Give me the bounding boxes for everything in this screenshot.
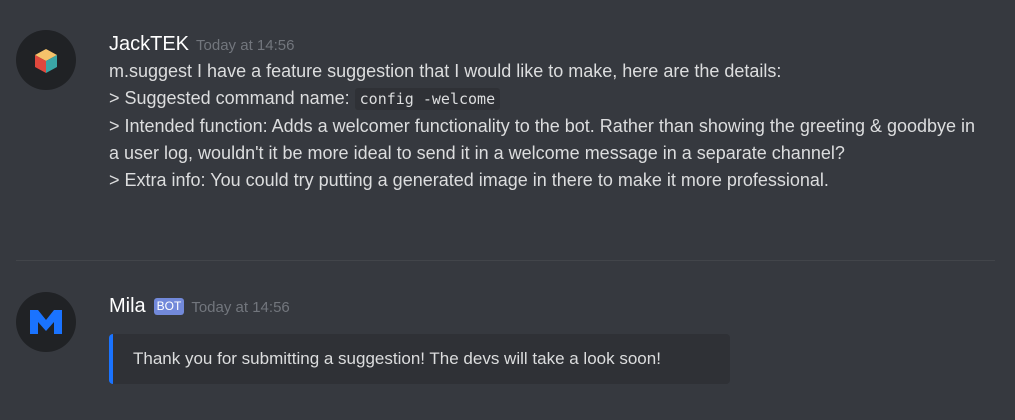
embed-description: Thank you for submitting a suggestion! T…: [133, 349, 661, 368]
embed: Thank you for submitting a suggestion! T…: [109, 334, 730, 384]
mila-m-logo-icon: [16, 292, 76, 352]
username[interactable]: Mila: [109, 294, 146, 318]
message-line: > Suggested command name: config -welcom…: [109, 85, 989, 113]
message-header: JackTEK Today at 14:56: [109, 20, 995, 56]
timestamp[interactable]: Today at 14:56: [191, 299, 289, 316]
message-line: > Intended function: Adds a welcomer fun…: [109, 116, 976, 163]
colored-cube-icon: [16, 30, 76, 90]
message-header: Mila BOT Today at 14:56: [109, 282, 995, 318]
message-body: m.suggest I have a feature suggestion th…: [109, 58, 989, 194]
message-line: m.suggest I have a feature suggestion th…: [109, 61, 782, 81]
username[interactable]: JackTEK: [109, 32, 189, 56]
inline-code: config -welcome: [354, 88, 501, 110]
message-content: Mila BOT Today at 14:56 Thank you for su…: [109, 282, 995, 384]
message-content: JackTEK Today at 14:56 m.suggest I have …: [109, 20, 995, 194]
avatar[interactable]: [16, 292, 76, 352]
message-line: > Extra info: You could try putting a ge…: [109, 170, 829, 190]
message-divider: [16, 260, 995, 261]
line-prefix: > Suggested command name:: [109, 88, 355, 108]
timestamp[interactable]: Today at 14:56: [196, 37, 294, 54]
avatar[interactable]: [16, 30, 76, 90]
bot-badge: BOT: [153, 298, 185, 315]
